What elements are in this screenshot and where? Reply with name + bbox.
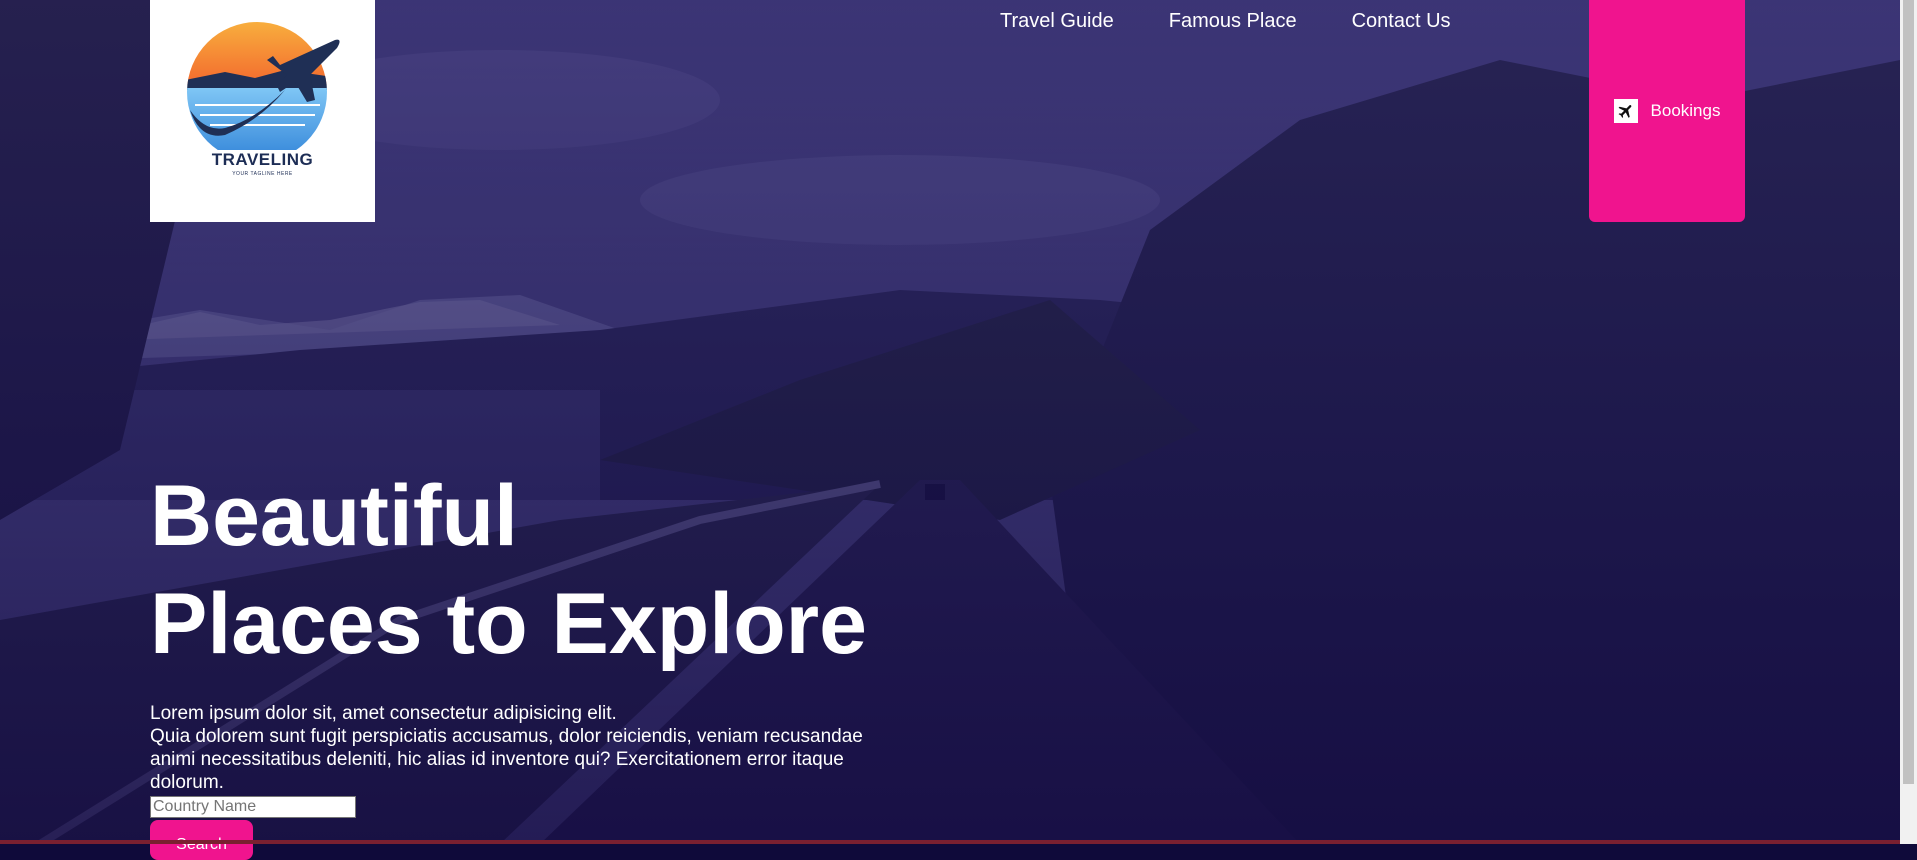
hero-headline: Beautiful Places to Explore	[150, 462, 867, 678]
scrollbar-thumb[interactable]	[1903, 0, 1914, 784]
scroll-down-arrow-icon[interactable]	[1900, 827, 1917, 844]
nav-item-famous-place[interactable]: Famous Place	[1169, 10, 1297, 33]
nav-item-travel-guide[interactable]: Travel Guide	[1000, 10, 1114, 33]
vertical-scrollbar[interactable]	[1900, 0, 1917, 844]
bookings-button[interactable]: Bookings	[1589, 0, 1745, 222]
main-navigation: Travel Guide Famous Place Contact Us	[1000, 10, 1506, 33]
logo-emblem-icon	[187, 22, 340, 150]
hero-description-line2: Quia dolorem sunt fugit perspiciatis acc…	[150, 726, 863, 793]
nav-item-contact-us[interactable]: Contact Us	[1352, 10, 1451, 33]
hero-description-line1: Lorem ipsum dolor sit, amet consectetur …	[150, 703, 617, 724]
logo-name: TRAVELING	[211, 150, 314, 169]
country-search-input[interactable]	[150, 796, 356, 818]
airplane-icon	[1613, 99, 1638, 123]
hero-headline-line2: Places to Explore	[150, 576, 867, 672]
hero-description: Lorem ipsum dolor sit, amet consectetur …	[150, 702, 910, 794]
page-bottom-edge	[0, 840, 1900, 844]
logo-tagline: YOUR TAGLINE HERE	[232, 171, 293, 177]
bookings-label: Bookings	[1650, 101, 1721, 120]
site-logo[interactable]: TRAVELING YOUR TAGLINE HERE	[150, 0, 375, 222]
hero-headline-line1: Beautiful	[150, 468, 518, 564]
